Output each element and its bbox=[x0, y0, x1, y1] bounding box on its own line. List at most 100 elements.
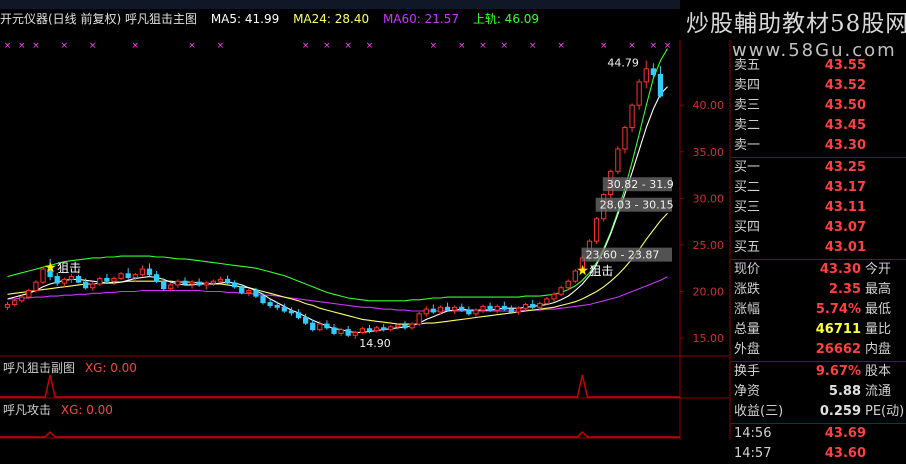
x-mark: × bbox=[132, 41, 140, 51]
ask-row-value: 43.30 bbox=[824, 138, 866, 153]
sub-panel-1-signal-line bbox=[0, 374, 680, 398]
bid-row-label: 买二 bbox=[734, 180, 761, 195]
bid-row-value: 43.17 bbox=[824, 180, 866, 195]
candle-body bbox=[288, 310, 295, 314]
candle-body bbox=[19, 296, 25, 302]
quote-row-label: 涨跌 bbox=[734, 282, 761, 297]
candle-body bbox=[423, 308, 429, 315]
candle-body bbox=[26, 290, 32, 298]
candle-body bbox=[480, 305, 486, 311]
candle-body bbox=[189, 281, 195, 285]
candle-body bbox=[338, 329, 344, 334]
ask-row-label: 卖三 bbox=[734, 98, 761, 113]
y-tick-label: 40.00 bbox=[693, 99, 725, 112]
candle-body bbox=[530, 304, 536, 308]
candle-body bbox=[217, 278, 224, 282]
candle-body bbox=[161, 280, 167, 290]
candle-body bbox=[551, 293, 557, 300]
x-mark: × bbox=[366, 41, 374, 51]
x-mark: × bbox=[89, 41, 97, 51]
candle-body bbox=[395, 324, 401, 328]
candle-body bbox=[175, 280, 181, 286]
y-tick-label: 20.00 bbox=[693, 285, 725, 298]
ask-row-label: 卖四 bbox=[734, 78, 761, 93]
candle-body bbox=[75, 276, 82, 283]
candle-body bbox=[650, 68, 656, 75]
candle-body bbox=[522, 304, 529, 309]
candle-body bbox=[459, 306, 465, 311]
sub-panel-2-signal-line bbox=[0, 430, 680, 438]
y-tick-label: 25.00 bbox=[693, 239, 725, 252]
bid-row: 买二 43.17 bbox=[731, 178, 906, 198]
candle-body bbox=[4, 304, 11, 308]
candle-body bbox=[452, 306, 458, 311]
candle-body bbox=[260, 295, 266, 304]
x-mark: × bbox=[600, 41, 608, 51]
quote-row-value: 5.74% bbox=[815, 302, 861, 317]
quote-row: 外盘 26662 内盘 bbox=[731, 340, 906, 360]
candle-body bbox=[345, 329, 351, 336]
sub-panel-2-value: XG: 0.00 bbox=[60, 403, 113, 417]
x-mark: × bbox=[323, 41, 331, 51]
candle-body bbox=[139, 268, 146, 276]
ask-row-label: 卖一 bbox=[734, 138, 761, 153]
fundamental-row-label: 收益(三) bbox=[734, 404, 784, 419]
candle-body bbox=[203, 282, 209, 286]
x-mark: × bbox=[650, 41, 658, 51]
bid-row: 买一 43.25 bbox=[731, 158, 906, 178]
tick-row-label: 14:57 bbox=[734, 446, 772, 461]
quote-row-label2: 量比 bbox=[865, 322, 892, 337]
price-zone-label: 28.03 - 30.15 bbox=[600, 199, 674, 212]
candle-body bbox=[104, 277, 110, 282]
ask-row-value: 43.52 bbox=[824, 78, 866, 93]
bid-row-value: 43.25 bbox=[824, 160, 866, 175]
tick-row-label: 14:56 bbox=[734, 426, 772, 441]
candle-body bbox=[239, 286, 245, 293]
ask-row-value: 43.45 bbox=[824, 118, 866, 133]
fundamental-row-label2: 股本 bbox=[865, 364, 892, 379]
fundamental-row-label2: 流通 bbox=[865, 384, 892, 399]
candle-body bbox=[388, 326, 394, 331]
fundamental-row-value: 9.67% bbox=[815, 364, 861, 379]
candle-body bbox=[558, 287, 564, 295]
quote-row-label2: 今开 bbox=[865, 262, 892, 277]
bid-row-label: 买五 bbox=[734, 240, 761, 255]
candle-body bbox=[302, 317, 309, 324]
x-mark: × bbox=[32, 41, 40, 51]
ask-row: 卖一 43.30 bbox=[731, 136, 906, 156]
signal-star: ★ bbox=[44, 260, 57, 276]
candle-body bbox=[544, 298, 550, 305]
y-tick-label: 35.00 bbox=[693, 146, 725, 159]
x-mark: × bbox=[529, 41, 537, 51]
quote-row-value: 46711 bbox=[815, 322, 861, 337]
candle-body bbox=[366, 328, 373, 332]
candle-body bbox=[61, 278, 67, 284]
tick-row-value: 43.60 bbox=[824, 446, 866, 461]
fundamental-row-label2: PE(动) bbox=[865, 404, 905, 419]
x-mark: × bbox=[61, 41, 69, 51]
candle-body bbox=[253, 290, 259, 297]
price-extreme-label: 44.79 bbox=[607, 57, 639, 70]
quote-row-label2: 最低 bbox=[865, 302, 892, 317]
candle-body bbox=[33, 281, 39, 292]
candle-body bbox=[501, 305, 507, 310]
candle-body bbox=[636, 81, 642, 106]
candles[interactable] bbox=[4, 60, 664, 339]
fundamental-row-label: 换手 bbox=[734, 364, 761, 379]
x-mark: × bbox=[4, 41, 12, 51]
candle-body bbox=[657, 73, 664, 97]
candle-body bbox=[12, 300, 18, 306]
candle-body bbox=[324, 323, 330, 329]
y-tick-label: 15.00 bbox=[693, 332, 725, 345]
fundamental-row-label: 净资 bbox=[734, 384, 761, 399]
candle-body bbox=[97, 277, 103, 285]
candle-body bbox=[68, 276, 75, 280]
candle-body bbox=[537, 303, 543, 308]
ask-row: 卖二 43.45 bbox=[731, 116, 906, 136]
fundamental-row: 收益(三) 0.259 PE(动) bbox=[731, 402, 906, 422]
fundamental-row-value: 5.88 bbox=[828, 384, 861, 399]
ask-row-value: 43.55 bbox=[824, 58, 866, 73]
candle-body bbox=[565, 280, 571, 289]
signal-star: ★ bbox=[576, 263, 589, 279]
candle-body bbox=[466, 309, 472, 315]
